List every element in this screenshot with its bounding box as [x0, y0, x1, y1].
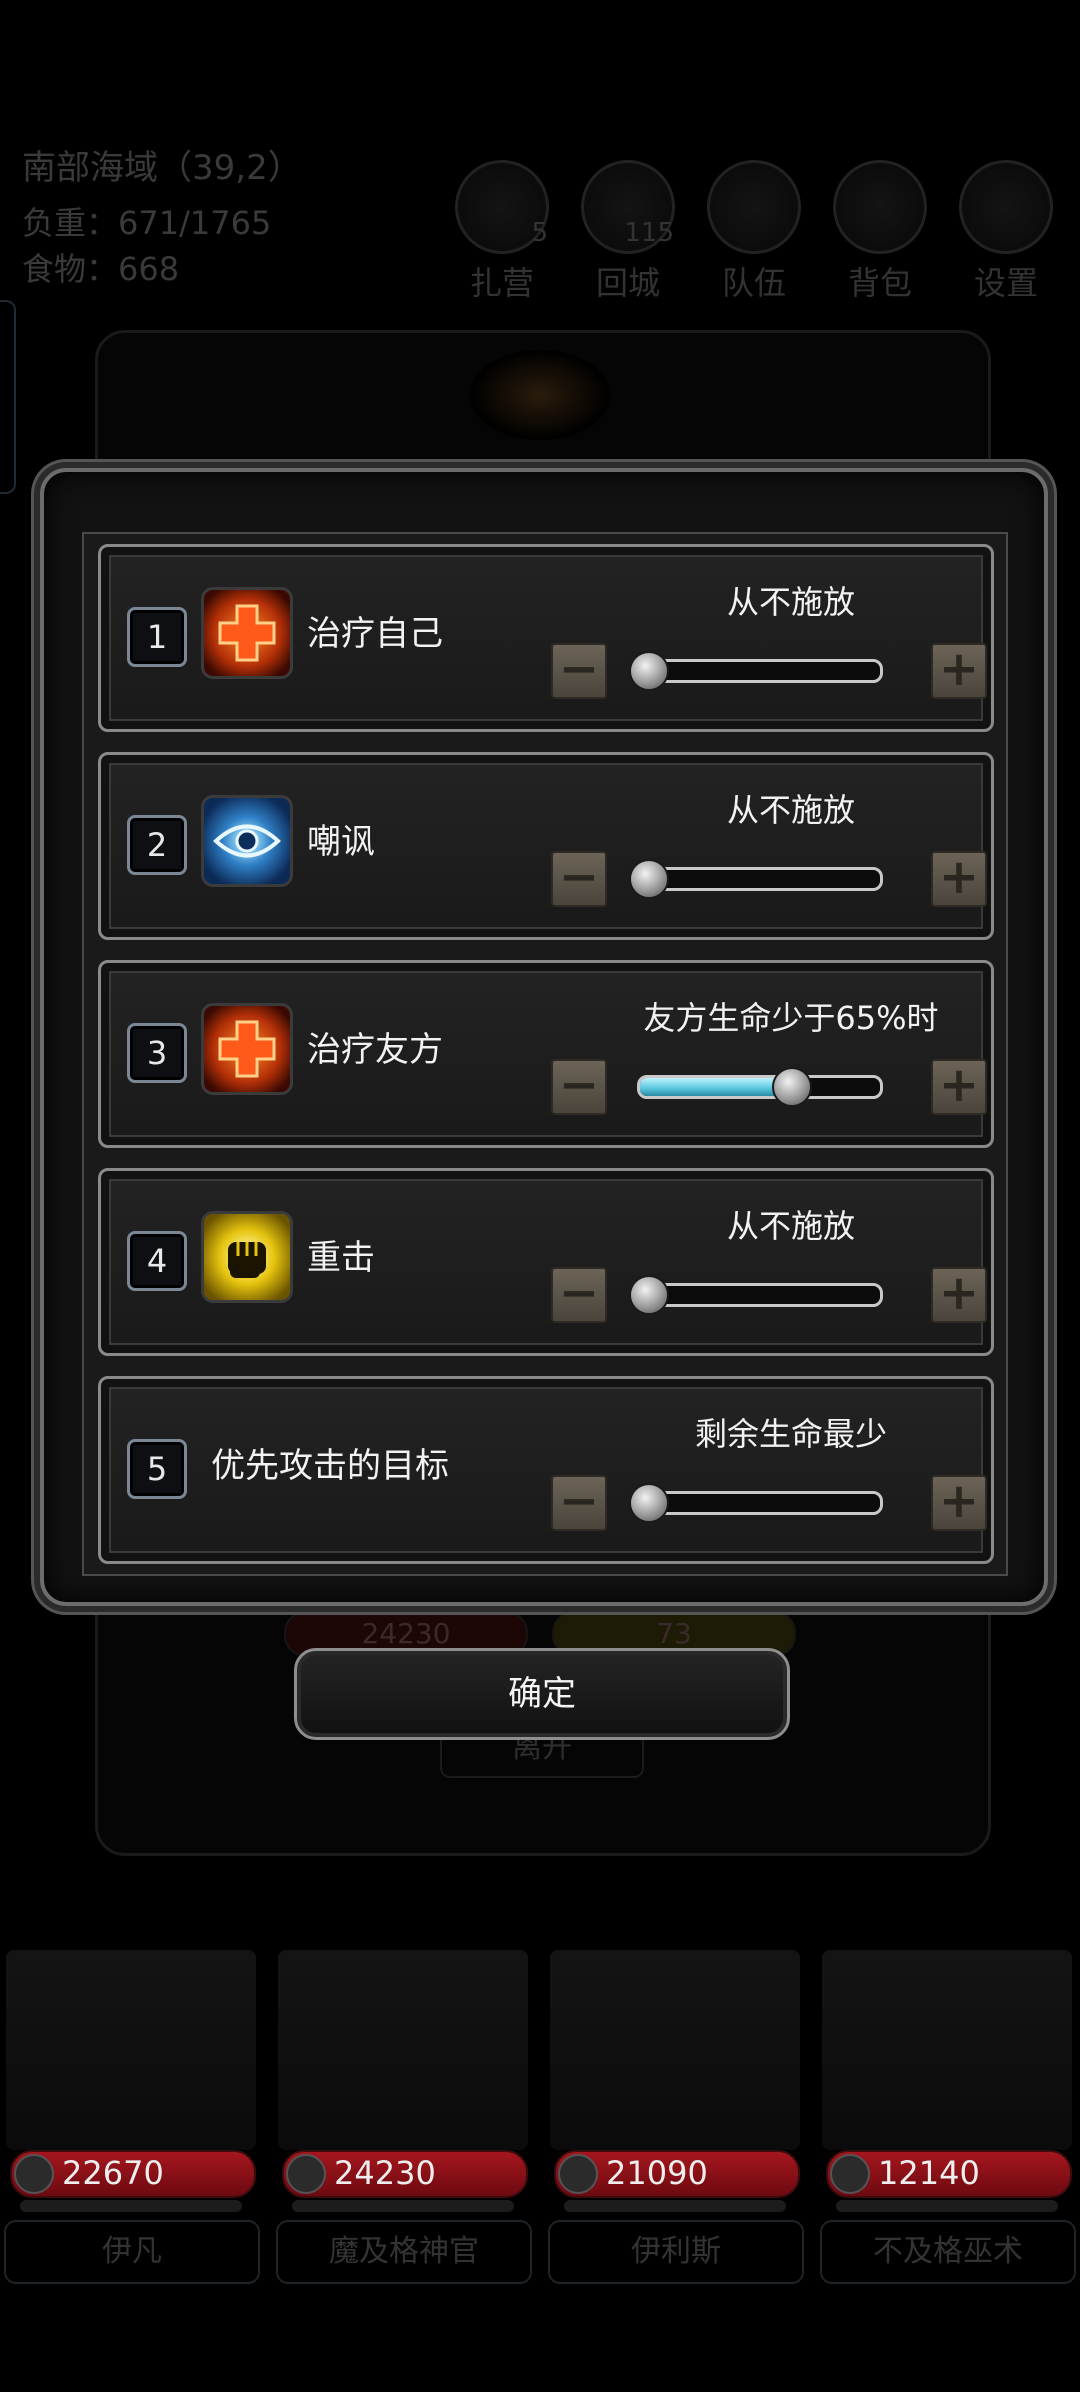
hero-hp-bar: 24230 [282, 2150, 528, 2198]
increase-button[interactable]: + [931, 1475, 987, 1531]
skill-name: 治疗友方 [307, 1030, 443, 1070]
hero-name: 魔及格神官 [276, 2220, 532, 2284]
slider-knob[interactable] [629, 651, 669, 691]
heal-cross-icon [201, 587, 293, 679]
skill-condition: 从不施放 [726, 791, 855, 829]
skill-name: 治疗自己 [307, 614, 443, 654]
skill-index-badge: 5 [127, 1439, 187, 1499]
location-text: 南部海域（39,2） [22, 148, 302, 188]
skill-name: 优先攻击的目标 [211, 1446, 449, 1486]
hero-hp-value: 21090 [606, 2154, 708, 2192]
condition-slider[interactable] [637, 1491, 883, 1515]
camp-button[interactable]: 5 扎营 [452, 160, 552, 304]
decrease-button[interactable]: − [551, 643, 607, 699]
hero-sub-bar [836, 2200, 1058, 2212]
skill-condition: 剩余生命最少 [694, 1415, 887, 1453]
slider-knob[interactable] [629, 1275, 669, 1315]
decrease-button[interactable]: − [551, 1059, 607, 1115]
hero-card[interactable]: 22670 伊凡 [0, 1950, 262, 2284]
slider-knob[interactable] [772, 1067, 812, 1107]
eye-icon [201, 795, 293, 887]
shield-icon [286, 2154, 326, 2194]
skill-row-1: 1 治疗自己 从不施放 − + [98, 544, 994, 732]
backpack-label: 背包 [847, 264, 912, 302]
camp-label: 扎营 [469, 264, 534, 302]
hero-hp-value: 24230 [334, 2154, 436, 2192]
slider-knob[interactable] [629, 859, 669, 899]
confirm-button[interactable]: 确定 [294, 1648, 790, 1740]
shield-icon [14, 2154, 54, 2194]
skill-name: 重击 [307, 1238, 375, 1278]
backpack-icon [833, 160, 927, 254]
hero-sub-bar [20, 2200, 242, 2212]
backpack-button[interactable]: 背包 [830, 160, 930, 304]
shield-icon [558, 2154, 598, 2194]
return-city-button[interactable]: 115 回城 [578, 160, 678, 304]
condition-slider[interactable] [637, 1283, 883, 1307]
load-text: 负重：671/1765 [22, 204, 272, 242]
decrease-button[interactable]: − [551, 1267, 607, 1323]
hero-portrait [822, 1950, 1072, 2150]
hero-hp-value: 12140 [878, 2154, 980, 2192]
condition-slider[interactable] [637, 1075, 883, 1099]
hero-card[interactable]: 21090 伊利斯 [544, 1950, 806, 2284]
condition-slider[interactable] [637, 659, 883, 683]
hero-name: 伊凡 [4, 2220, 260, 2284]
hero-name: 伊利斯 [548, 2220, 804, 2284]
hero-hp-bar: 21090 [554, 2150, 800, 2198]
return-city-label: 回城 [595, 264, 660, 302]
skill-index-badge: 4 [127, 1231, 187, 1291]
increase-button[interactable]: + [931, 1267, 987, 1323]
settings-button[interactable]: 设置 [956, 160, 1056, 304]
skill-row-4: 4 重击 从不施放 − + [98, 1168, 994, 1356]
team-icon [707, 160, 801, 254]
skill-row-3: 3 治疗友方 友方生命少于65%时 − + [98, 960, 994, 1148]
condition-slider[interactable] [637, 867, 883, 891]
skill-index-badge: 1 [127, 607, 187, 667]
hero-hp-value: 22670 [62, 2154, 164, 2192]
slider-knob[interactable] [629, 1483, 669, 1523]
heal-cross-icon [201, 1003, 293, 1095]
hero-roster: 22670 伊凡 24230 魔及格神官 21090 伊利斯 12140 不及格… [0, 1950, 1080, 2290]
emblem-icon [470, 350, 610, 440]
top-hud: 南部海域（39,2） 负重：671/1765 食物：668 5 扎营 115 回… [0, 0, 1080, 320]
gear-icon [959, 160, 1053, 254]
skill-condition: 从不施放 [726, 1207, 855, 1245]
increase-button[interactable]: + [931, 1059, 987, 1115]
return-city-count: 115 [624, 218, 674, 248]
hero-sub-bar [292, 2200, 514, 2212]
hero-sub-bar [564, 2200, 786, 2212]
skill-index-badge: 3 [127, 1023, 187, 1083]
hero-name: 不及格巫术 [820, 2220, 1076, 2284]
hero-portrait [550, 1950, 800, 2150]
camp-count: 5 [531, 218, 548, 248]
skill-settings-dialog: 1 治疗自己 从不施放 − + 2 嘲讽 从不施放 − + 3 治疗友方 友方生… [40, 468, 1048, 1606]
hero-card[interactable]: 24230 魔及格神官 [272, 1950, 534, 2284]
skill-name: 嘲讽 [307, 822, 375, 862]
skill-condition: 友方生命少于65%时 [643, 999, 939, 1037]
skill-list: 1 治疗自己 从不施放 − + 2 嘲讽 从不施放 − + 3 治疗友方 友方生… [82, 532, 1008, 1576]
hero-portrait [278, 1950, 528, 2150]
food-text: 食物：668 [22, 250, 180, 288]
decrease-button[interactable]: − [551, 851, 607, 907]
increase-button[interactable]: + [931, 851, 987, 907]
hero-portrait [6, 1950, 256, 2150]
team-button[interactable]: 队伍 [704, 160, 804, 304]
skill-row-2: 2 嘲讽 从不施放 − + [98, 752, 994, 940]
skill-row-5: 5 优先攻击的目标 剩余生命最少 − + [98, 1376, 994, 1564]
fist-icon [201, 1211, 293, 1303]
hero-hp-bar: 12140 [826, 2150, 1072, 2198]
hero-card[interactable]: 12140 不及格巫术 [816, 1950, 1078, 2284]
settings-label: 设置 [973, 264, 1038, 302]
shield-icon [830, 2154, 870, 2194]
hero-hp-bar: 22670 [10, 2150, 256, 2198]
decrease-button[interactable]: − [551, 1475, 607, 1531]
skill-index-badge: 2 [127, 815, 187, 875]
skill-condition: 从不施放 [726, 583, 855, 621]
team-label: 队伍 [721, 264, 786, 302]
increase-button[interactable]: + [931, 643, 987, 699]
